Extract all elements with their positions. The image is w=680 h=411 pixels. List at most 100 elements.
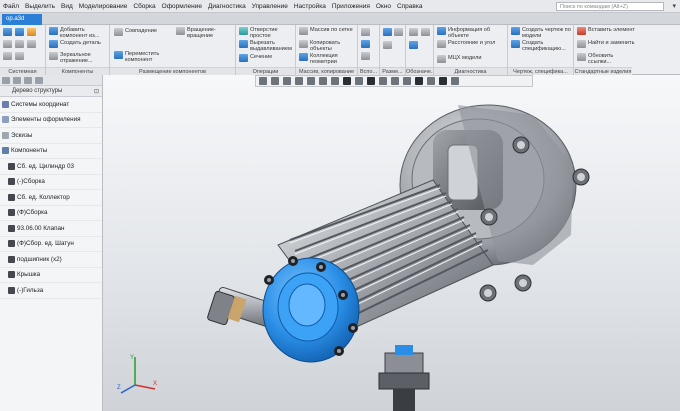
extrude-cut-icon [239,40,248,48]
ribbon-group-label: Размещение компонентов [110,67,235,75]
tree-view-icon[interactable] [13,76,21,84]
tree-item[interactable]: (Ф)Сборка [0,206,102,221]
find-replace-icon [577,40,586,48]
menu-help[interactable]: Справка [394,3,426,10]
tree-toolbar [0,75,102,86]
axis-icon[interactable] [361,28,372,36]
menu-view[interactable]: Вид [58,3,76,10]
add-component-button[interactable]: Добавить компонент из... [49,27,109,39]
tree-item[interactable]: (Ф)Сбор. ед. Шатун [0,237,102,252]
menu-design[interactable]: Оформление [159,3,205,10]
coordinate-triad: Y X Z [117,355,157,394]
paste-icon[interactable] [27,40,38,48]
leader-icon[interactable] [409,41,420,49]
insert-element-button[interactable]: Вставить элемент [577,27,637,35]
ribbon-group-standard-parts: Вставить элемент Найти и заменить Обнови… [574,25,680,75]
ribbon-group-system: Системная [0,25,46,75]
create-part-button[interactable]: Создать деталь [49,40,109,48]
menu-select[interactable]: Выделить [22,3,58,10]
point-icon[interactable] [361,52,372,60]
tree-item[interactable]: Эскизы [0,128,102,144]
tree-item[interactable]: (-)Гильза [0,283,102,299]
menu-assembly[interactable]: Сборка [130,3,158,10]
menu-window[interactable]: Окно [373,3,394,10]
tree-item[interactable]: Элементы оформления [0,113,102,128]
assembly-icon [8,224,15,232]
ribbon-group-diagnostics: Информация об объекте Расстояние и угол … [434,25,508,75]
tree-item[interactable]: (-)Сборка [0,175,102,190]
object-info-button[interactable]: Информация об объекте [437,27,507,39]
menu-settings[interactable]: Настройка [291,3,329,10]
command-search-input[interactable]: Поиск по командам (Alt+Z) [556,2,664,11]
extrude-cut-button[interactable]: Вырезать выдавливанием [239,40,295,52]
tree-item[interactable]: Сб. ед. Коллектор [0,190,102,206]
tree-item[interactable]: подшипник (x2) [0,252,102,268]
section-button[interactable]: Сечение [239,54,295,62]
drawing-icon [511,27,520,35]
chevron-down-icon[interactable]: ▾ [672,2,676,10]
triad-x-label: X [153,381,157,387]
menu-management[interactable]: Управление [249,3,291,10]
geometry-collection-button[interactable]: Коллекция геометрии [299,53,357,65]
document-tab[interactable]: ор.а3d [2,14,42,25]
pin-icon[interactable]: ⊡ [94,88,99,95]
tree-item[interactable]: 93.06.00 Клапан [0,221,102,237]
simple-hole-button[interactable]: Отверстие простое [239,27,295,39]
dimension-icon[interactable] [383,28,394,36]
update-links-button[interactable]: Обновить ссылки... [577,53,637,65]
menu-modeling[interactable]: Моделирование [76,3,131,10]
redo-icon[interactable] [15,52,26,60]
rotation-rotation-button[interactable]: Вращение-вращение [176,27,234,39]
document-tab-bar: ор.а3d [0,13,680,25]
note-icon[interactable] [409,28,420,36]
find-replace-button[interactable]: Найти и заменить [577,40,637,48]
components-icon [2,147,9,155]
mass-properties-button[interactable]: МЦХ модели [437,55,507,63]
new-icon[interactable] [3,28,14,36]
list-view-icon[interactable] [24,76,32,84]
ribbon-group-drawing: Создать чертеж по модели Создать специфи… [508,25,574,75]
coordinate-system-icon [2,100,9,108]
tree-item[interactable]: Крышка [0,268,102,283]
ribbon-group-label: Массив, копирование [296,67,357,75]
part-icon [8,271,15,279]
coincidence-button[interactable]: Совпадение [114,28,174,36]
menu-apps[interactable]: Приложения [329,3,373,10]
grid-pattern-button[interactable]: Массив по сетке [299,27,357,35]
save-icon[interactable] [15,28,26,36]
menu-file[interactable]: Файл [0,3,22,10]
ribbon-group-label: Компоненты [46,67,109,75]
settings-icon[interactable] [35,76,43,84]
copy-objects-button[interactable]: Копировать объекты [299,40,357,52]
radius-icon[interactable] [383,41,394,49]
open-icon[interactable] [27,28,38,36]
tree-item[interactable]: Сб. ед. Цилиндр 03 [0,159,102,175]
undo-icon[interactable] [3,52,14,60]
create-drawing-button[interactable]: Создать чертеж по модели [511,27,573,39]
roughness-icon[interactable] [421,28,432,36]
ribbon-group-label: Системная [0,67,45,75]
mirror-button[interactable]: Зеркальное отражение... [49,52,109,64]
menu-diagnostics[interactable]: Диагностика [205,3,249,10]
ribbon-group-pattern: Массив по сетке Копировать объекты Колле… [296,25,358,75]
tree-item[interactable]: Компоненты [0,144,102,159]
cut-icon[interactable] [3,40,14,48]
tree-item[interactable]: Системы координат [0,97,102,113]
distance-angle-button[interactable]: Расстояние и угол [437,40,507,48]
create-specification-button[interactable]: Создать спецификацию... [511,40,573,52]
move-component-button[interactable]: Переместить компонент [114,51,184,63]
copy-icon[interactable] [15,40,26,48]
assembly-icon [8,162,15,170]
tree-header: Дерево структуры ⊡ [0,86,102,97]
engine-model[interactable] [103,75,680,411]
angle-dimension-icon[interactable] [394,28,405,36]
distance-icon [437,40,446,48]
model-viewport[interactable]: Y X Z [103,75,680,411]
assembly-icon [8,178,15,186]
plane-icon[interactable] [361,40,372,48]
create-part-icon [49,40,58,48]
ribbon-group-label: Вспо... [358,67,379,75]
assembly-icon [8,240,15,248]
filter-icon[interactable] [2,76,10,84]
info-icon [437,27,446,35]
